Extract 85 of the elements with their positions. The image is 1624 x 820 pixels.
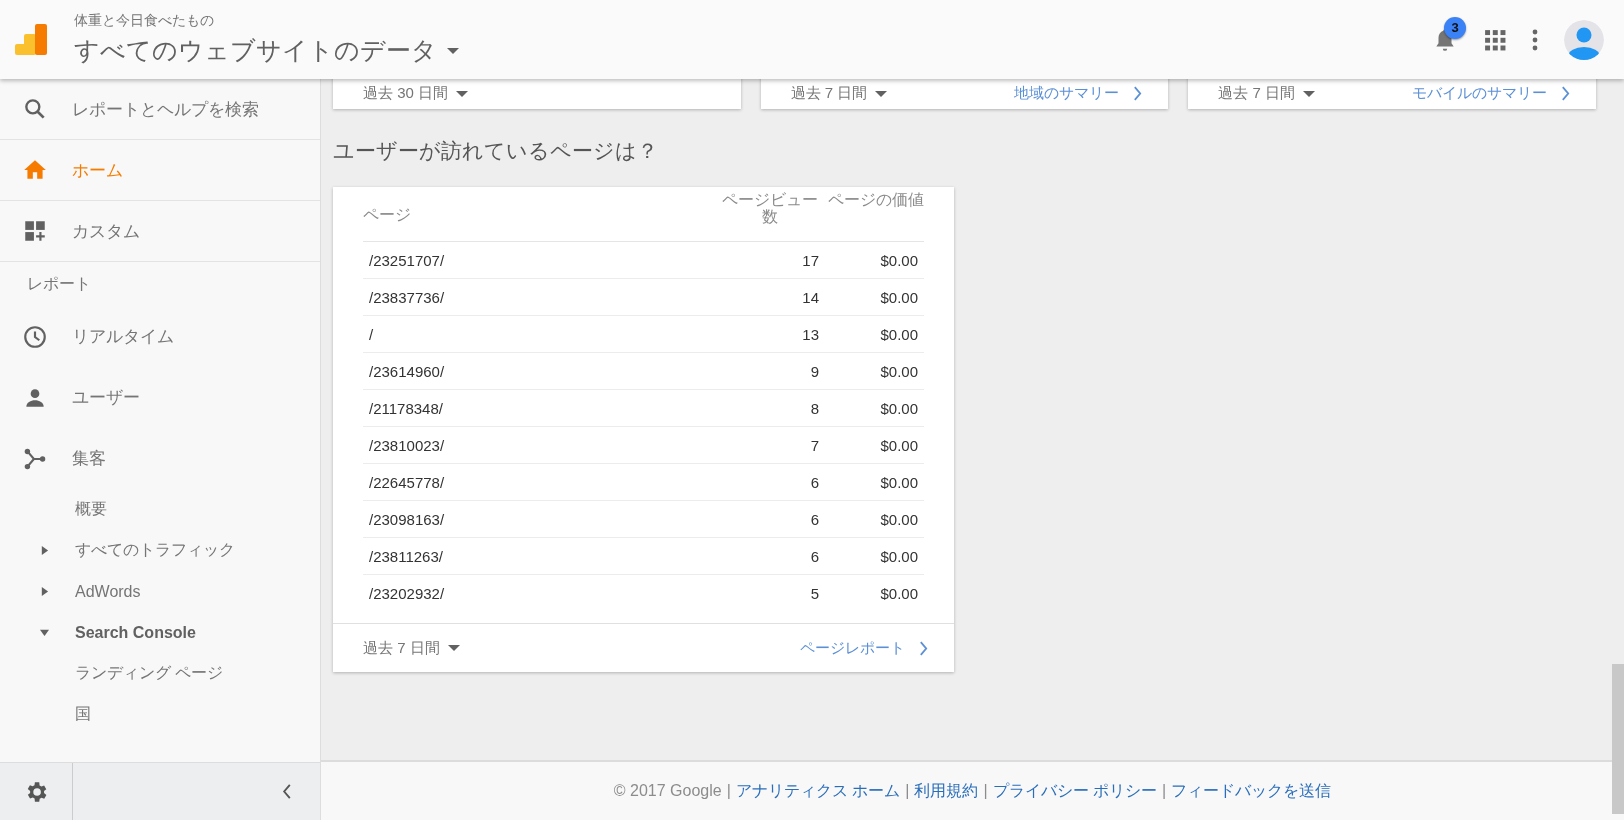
footer-link[interactable]: アナリティクス ホーム bbox=[735, 780, 901, 802]
account-name: 体重と今日食べたもの bbox=[74, 12, 215, 30]
table-cell: 14 bbox=[721, 278, 819, 316]
table-cell: /23098163/ bbox=[363, 500, 721, 538]
table-cell: $0.00 bbox=[819, 463, 924, 501]
property-selector[interactable]: すべてのウェブサイトのデータ bbox=[74, 34, 437, 67]
table-cell: /23614960/ bbox=[363, 352, 721, 390]
report-link[interactable]: ページレポート bbox=[800, 638, 905, 658]
summary-link[interactable]: モバイルのサマリー bbox=[1412, 84, 1547, 103]
date-range-selector[interactable]: 過去 7 日間 bbox=[790, 84, 868, 103]
triangle-right-icon[interactable] bbox=[40, 587, 49, 596]
table-cell: $0.00 bbox=[819, 352, 924, 390]
footer-link[interactable]: 利用規約 bbox=[914, 780, 979, 802]
table-cell: 9 bbox=[721, 352, 819, 390]
caret-icon[interactable] bbox=[447, 46, 459, 55]
date-range-selector[interactable]: 過去 7 日間 bbox=[1218, 84, 1296, 103]
separator: | bbox=[1162, 782, 1167, 800]
table-cell: /23810023/ bbox=[363, 426, 721, 464]
table-cell: /22645778/ bbox=[363, 463, 721, 501]
separator: | bbox=[726, 782, 731, 800]
table-cell: 6 bbox=[721, 463, 819, 501]
sidebar-item[interactable]: ユーザー bbox=[72, 386, 140, 409]
table-cell: 17 bbox=[721, 241, 819, 279]
table-cell: /23837736/ bbox=[363, 278, 721, 316]
more-vertical-icon[interactable] bbox=[1532, 28, 1538, 51]
section-heading: レポート bbox=[26, 273, 92, 294]
column-header: ページの価値 bbox=[819, 187, 924, 242]
table-cell: $0.00 bbox=[819, 537, 924, 575]
caret-icon[interactable] bbox=[447, 644, 460, 652]
separator: | bbox=[905, 782, 910, 800]
table-cell: $0.00 bbox=[819, 315, 924, 353]
table-cell: $0.00 bbox=[819, 574, 924, 611]
logo-icon bbox=[14, 22, 48, 57]
apps-grid-icon[interactable] bbox=[1484, 28, 1506, 51]
table-cell: 6 bbox=[721, 537, 819, 575]
section-title: ユーザーが訪れているページは？ bbox=[333, 138, 659, 164]
table-cell: $0.00 bbox=[819, 278, 924, 316]
sidebar-item[interactable]: 国 bbox=[75, 704, 91, 725]
table-cell: / bbox=[363, 315, 721, 353]
table-cell: 7 bbox=[721, 426, 819, 464]
sidebar-item[interactable]: カスタム bbox=[72, 219, 140, 243]
notification-badge: 3 bbox=[1444, 16, 1466, 39]
clock-icon bbox=[22, 323, 48, 350]
table-cell: /23811263/ bbox=[363, 537, 721, 575]
scrollbar[interactable] bbox=[1612, 664, 1624, 814]
triangle-down-icon[interactable] bbox=[40, 628, 49, 637]
summary-link[interactable]: 地域のサマリー bbox=[1014, 84, 1120, 103]
table-cell: /21178348/ bbox=[363, 389, 721, 427]
table-cell: /23202932/ bbox=[363, 574, 721, 611]
sidebar-item[interactable]: Search Console bbox=[75, 623, 196, 642]
table-cell: $0.00 bbox=[819, 500, 924, 538]
table-cell: $0.00 bbox=[819, 389, 924, 427]
column-header: ページ bbox=[363, 187, 721, 242]
separator: | bbox=[983, 782, 988, 800]
chevron-right-icon[interactable] bbox=[919, 640, 928, 656]
sidebar-item[interactable]: リアルタイム bbox=[72, 325, 174, 348]
column-header: ページビュー数 bbox=[721, 187, 819, 242]
footer-link[interactable]: プライバシー ポリシー bbox=[992, 780, 1158, 802]
copyright: © 2017 Google bbox=[613, 782, 722, 800]
footer-link[interactable]: フィードバックを送信 bbox=[1171, 780, 1332, 802]
table-cell: 5 bbox=[721, 574, 819, 611]
caret-icon[interactable] bbox=[456, 89, 469, 98]
table-cell: 8 bbox=[721, 389, 819, 427]
chevron-right-icon[interactable] bbox=[1561, 86, 1570, 101]
sidebar-item[interactable]: すべてのトラフィック bbox=[75, 540, 235, 561]
dashboard-plus-icon bbox=[22, 218, 48, 244]
table-cell: $0.00 bbox=[819, 426, 924, 464]
search-field[interactable]: レポートとヘルプを検索 bbox=[72, 97, 259, 121]
caret-icon[interactable] bbox=[1303, 89, 1316, 98]
sidebar-item[interactable]: ランディング ページ bbox=[75, 663, 224, 684]
triangle-right-icon[interactable] bbox=[40, 546, 49, 555]
table-cell: /23251707/ bbox=[363, 241, 721, 279]
chevron-left-icon[interactable] bbox=[282, 784, 292, 799]
date-range-selector[interactable]: 過去 7 日間 bbox=[363, 638, 440, 658]
sidebar-item[interactable]: AdWords bbox=[75, 582, 141, 601]
chevron-right-icon[interactable] bbox=[1133, 86, 1143, 101]
sidebar-item[interactable]: ホーム bbox=[72, 158, 123, 182]
sidebar-item[interactable]: 概要 bbox=[75, 499, 107, 520]
caret-icon[interactable] bbox=[875, 89, 888, 98]
sidebar-item[interactable]: 集客 bbox=[72, 447, 106, 470]
table-cell: 13 bbox=[721, 315, 819, 353]
table-cell: 6 bbox=[721, 500, 819, 538]
table-cell: $0.00 bbox=[819, 241, 924, 279]
avatar-icon[interactable] bbox=[1564, 19, 1604, 60]
date-range-selector[interactable]: 過去 30 日間 bbox=[363, 84, 449, 103]
